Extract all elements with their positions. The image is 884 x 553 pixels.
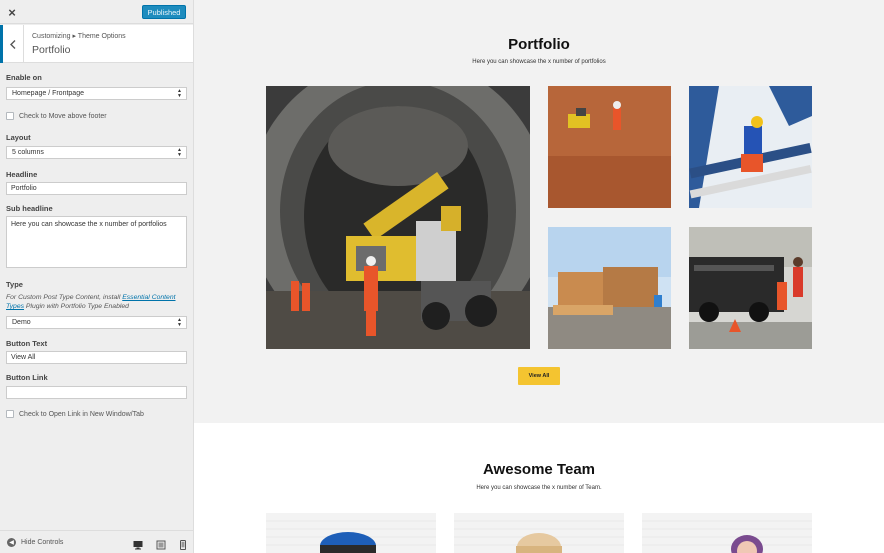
customizer-sidebar: × Published Customizing ▸ Theme Options … [0,0,194,553]
team-member-card[interactable] [642,513,812,553]
view-all-button[interactable]: View All [518,367,560,385]
team-member-card[interactable] [454,513,624,553]
mobile-icon [180,540,186,550]
portfolio-image-tunnel[interactable] [266,86,530,349]
move-footer-checkbox[interactable] [6,112,14,120]
section-header: Customizing ▸ Theme Options Portfolio [0,25,193,63]
hide-controls-button[interactable]: ◀ Hide Controls [7,538,63,547]
customizer-footer: ◀ Hide Controls [0,530,193,553]
hide-controls-label: Hide Controls [21,539,64,546]
tablet-icon [156,540,166,550]
breadcrumb: Customizing ▸ Theme Options [32,33,126,40]
button-text-label: Button Text [6,339,48,348]
team-member-card[interactable] [266,513,436,553]
button-link-input[interactable] [6,386,187,399]
portfolio-title: Portfolio [508,36,570,53]
type-desc-prefix: For Custom Post Type Content, install [6,294,123,301]
type-value: Demo [12,319,31,326]
type-select[interactable]: Demo ▲ ▼ [6,316,187,329]
move-footer-option: Check to Move above footer [6,111,107,121]
sub-headline-label: Sub headline [6,204,53,213]
desktop-icon [133,541,143,550]
layout-value: 5 columns [12,149,44,156]
select-arrows-icon: ▲ ▼ [177,147,182,158]
portfolio-image-soil[interactable] [548,86,671,208]
portfolio-image-framing[interactable] [548,227,671,349]
headline-label: Headline [6,170,38,179]
desktop-preview-button[interactable] [133,537,143,550]
tablet-preview-button[interactable] [156,537,166,550]
sub-headline-textarea[interactable]: Here you can showcase the x number of po… [6,216,187,268]
portfolio-subtitle: Here you can showcase the x number of po… [472,59,606,65]
arrow-left-circle-icon: ◀ [7,538,16,547]
layout-select[interactable]: 5 columns ▲ ▼ [6,146,187,159]
customizer-header: × Published [0,0,193,24]
type-desc-suffix: Plugin with Portfolio Type Enabled [24,303,129,310]
enable-on-value: Homepage / Frontpage [12,90,84,97]
select-arrows-icon: ▲ ▼ [177,88,182,99]
site-preview: Portfolio Here you can showcase the x nu… [194,0,884,553]
portfolio-image-truck[interactable] [689,227,812,349]
close-icon[interactable]: × [0,0,24,24]
button-link-label: Button Link [6,373,48,382]
layout-label: Layout [6,133,31,142]
type-description: For Custom Post Type Content, install Es… [6,293,190,311]
move-footer-label: Check to Move above footer [19,112,107,120]
back-button[interactable] [0,25,24,63]
chevron-left-icon [10,39,16,49]
team-title: Awesome Team [483,461,595,478]
portfolio-image-steel[interactable] [689,86,812,208]
enable-on-label: Enable on [6,73,42,82]
portfolio-section: Portfolio Here you can showcase the x nu… [194,0,884,423]
new-window-checkbox[interactable] [6,410,14,418]
new-window-option: Check to Open Link in New Window/Tab [6,409,144,419]
button-text-input[interactable]: View All [6,351,187,364]
headline-input[interactable]: Portfolio [6,182,187,195]
team-section: Awesome Team Here you can showcase the x… [194,423,884,553]
published-button[interactable]: Published [142,5,186,19]
type-label: Type [6,280,23,289]
enable-on-select[interactable]: Homepage / Frontpage ▲ ▼ [6,87,187,100]
mobile-preview-button[interactable] [178,537,188,550]
select-arrows-icon: ▲ ▼ [177,317,182,328]
section-title: Portfolio [32,44,71,56]
team-subtitle: Here you can showcase the x number of Te… [476,485,602,491]
new-window-label: Check to Open Link in New Window/Tab [19,410,144,418]
